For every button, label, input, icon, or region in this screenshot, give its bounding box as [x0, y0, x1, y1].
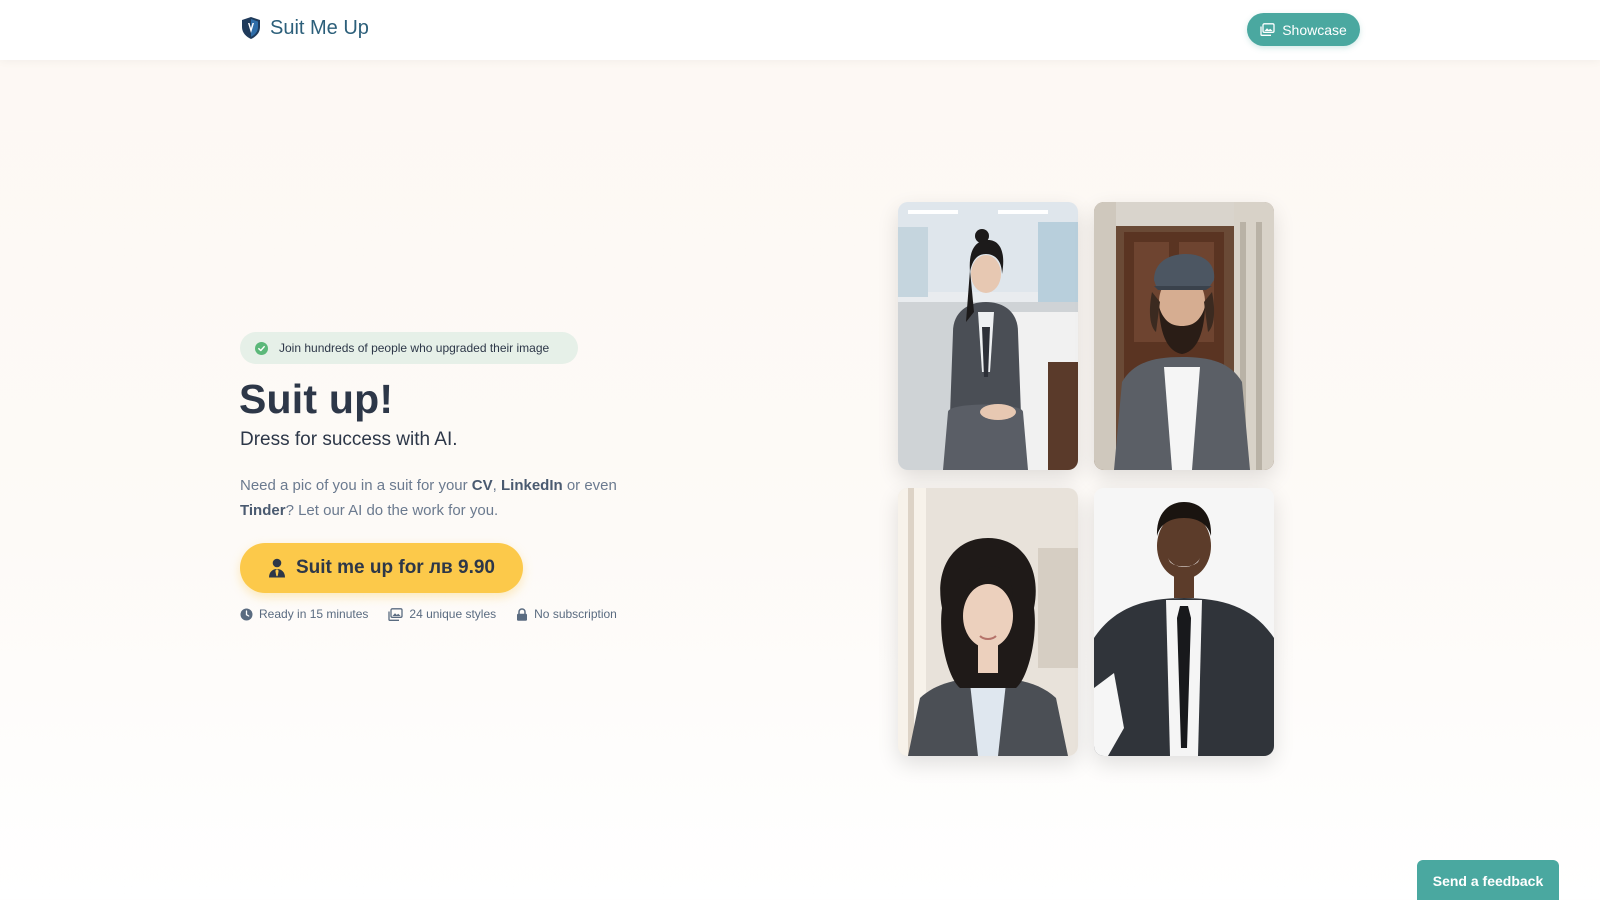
user-tie-icon	[268, 558, 285, 578]
lock-icon	[517, 607, 528, 621]
hero-subtitle: Dress for success with AI.	[240, 429, 458, 450]
feature-item: No subscription	[516, 607, 617, 621]
clock-icon	[240, 608, 253, 620]
desc-text-3: or even	[562, 477, 617, 494]
feature-item: Ready in 15 minutes	[240, 607, 368, 621]
images-icon	[1260, 23, 1275, 36]
showcase-label: Showcase	[1282, 21, 1347, 38]
feature-list: Ready in 15 minutes 24 unique styles No …	[240, 607, 617, 621]
desc-cv: CV	[471, 477, 493, 494]
hero-description: Need a pic of you in a suit for your CV,…	[240, 473, 660, 523]
gallery-photo-man-tie	[1094, 488, 1274, 756]
suit-me-up-button[interactable]: Suit me up for лв 9.90	[240, 543, 523, 593]
feature-label: 24 unique styles	[409, 607, 497, 621]
desc-linkedin: LinkedIn	[500, 477, 563, 494]
brand-name: Suit Me Up	[270, 16, 369, 39]
check-circle-icon	[255, 341, 268, 355]
top-nav: Suit Me Up Showcase	[0, 0, 1600, 60]
desc-text-1: Need a pic of you in a suit for your	[240, 477, 472, 494]
showcase-button[interactable]: Showcase	[1247, 13, 1360, 46]
shield-logo-icon	[242, 17, 260, 39]
hero-title: Suit up!	[239, 376, 394, 422]
gallery-photo-woman-office	[898, 202, 1078, 470]
portrait-gallery	[898, 202, 1274, 756]
desc-text-4: ? Let our AI do the work for you.	[285, 502, 499, 519]
desc-tinder: Tinder	[240, 502, 286, 519]
social-proof-badge: Join hundreds of people who upgraded the…	[240, 332, 578, 364]
badge-text: Join hundreds of people who upgraded the…	[279, 341, 550, 355]
images-icon	[388, 607, 404, 621]
desc-text-2: ,	[492, 477, 501, 494]
feature-label: No subscription	[534, 607, 617, 621]
cta-label: Suit me up for лв 9.90	[295, 557, 495, 578]
send-feedback-button[interactable]: Send a feedback	[1417, 860, 1559, 900]
gallery-photo-woman-curly	[898, 488, 1078, 756]
brand-link[interactable]: Suit Me Up	[240, 16, 369, 40]
feature-item: 24 unique styles	[388, 607, 496, 621]
feature-label: Ready in 15 minutes	[259, 607, 369, 621]
gallery-photo-man-cap	[1094, 202, 1274, 470]
